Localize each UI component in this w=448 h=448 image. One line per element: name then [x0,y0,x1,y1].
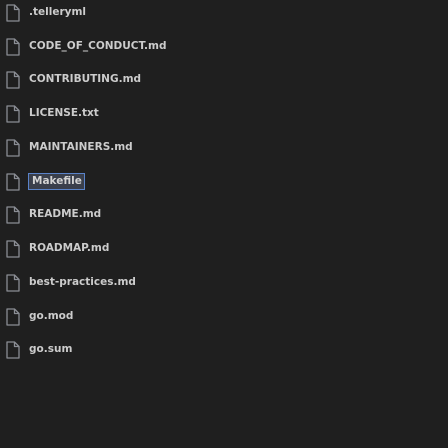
file-row-contributing[interactable]: CONTRIBUTING.md [0,68,448,92]
file-name: best-practices.md [29,276,136,288]
file-name: README.md [29,208,102,220]
file-icon [6,38,20,56]
file-row-telleryml[interactable]: .telleryml [0,1,448,25]
file-icon [6,341,20,359]
file-row-code-of-conduct[interactable]: CODE_OF_CONDUCT.md [0,35,448,59]
file-icon [6,4,20,22]
file-name: CODE_OF_CONDUCT.md [29,40,167,52]
file-name: ROADMAP.md [29,242,110,254]
file-name: CONTRIBUTING.md [29,73,142,85]
file-name: Makefile [28,173,85,190]
file-icon [6,71,20,89]
file-row-best-practices[interactable]: best-practices.md [0,271,448,295]
file-name: .telleryml [29,6,87,18]
file-row-makefile[interactable]: Makefile [0,170,448,194]
file-row-roadmap[interactable]: ROADMAP.md [0,237,448,261]
file-name: go.mod [29,310,74,322]
file-icon [6,274,20,292]
file-name: go.sum [29,343,73,355]
file-list: .telleryml CODE_OF_CONDUCT.md CONTRIBUTI… [0,0,448,448]
file-name: MAINTAINERS.md [29,141,133,153]
file-icon [6,206,20,224]
file-icon [6,308,20,326]
file-icon [6,173,20,191]
file-icon [6,139,20,157]
file-icon [6,240,20,258]
file-row-license[interactable]: LICENSE.txt [0,102,448,126]
file-name: LICENSE.txt [29,107,99,119]
file-row-maintainers[interactable]: MAINTAINERS.md [0,136,448,160]
file-row-go-sum[interactable]: go.sum [0,338,448,362]
file-icon [6,105,20,123]
file-row-go-mod[interactable]: go.mod [0,305,448,329]
file-row-readme[interactable]: README.md [0,203,448,227]
